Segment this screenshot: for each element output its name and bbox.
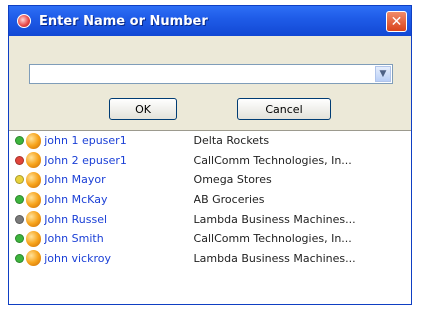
contact-avatar-icon (25, 132, 42, 149)
contact-company: CallComm Technologies, In... (193, 153, 352, 167)
contact-avatar-icon (25, 191, 42, 208)
status-icon (15, 214, 24, 224)
enter-name-dialog: Enter Name or Number ✕ ▼ OK Cancel john … (8, 5, 412, 305)
ok-button[interactable]: OK (109, 98, 177, 120)
list-item[interactable]: john 1 epuser1 Delta Rockets (9, 131, 411, 151)
dialog-title: Enter Name or Number (39, 13, 208, 29)
status-icon (15, 253, 24, 263)
list-item[interactable]: john vickroy Lambda Business Machines... (9, 249, 411, 269)
list-item[interactable]: John McKay AB Groceries (9, 190, 411, 210)
contact-company: Delta Rockets (193, 134, 270, 148)
contact-name: John Russel (44, 212, 108, 226)
contact-avatar-icon (25, 152, 42, 169)
contact-company: Lambda Business Machines... (193, 251, 356, 265)
contact-company: CallComm Technologies, In... (193, 232, 352, 246)
status-icon (15, 155, 24, 165)
contact-avatar-icon (25, 171, 42, 188)
contact-company: Lambda Business Machines... (193, 212, 356, 226)
list-item[interactable]: John Russel Lambda Business Machines... (9, 209, 411, 229)
cancel-button[interactable]: Cancel (237, 98, 331, 120)
status-icon (15, 175, 24, 185)
contact-name: John Mayor (44, 173, 106, 187)
contact-name: John 2 epuser1 (44, 153, 127, 167)
contact-name: John Smith (44, 232, 104, 246)
contact-name: john 1 epuser1 (44, 134, 127, 148)
app-icon (17, 14, 31, 28)
contact-list: john 1 epuser1 Delta Rockets John 2 epus… (9, 130, 411, 304)
status-icon (15, 195, 24, 205)
contact-company: Omega Stores (193, 173, 272, 187)
contact-avatar-icon (25, 230, 42, 247)
contact-company: AB Groceries (193, 193, 265, 207)
name-number-input[interactable] (33, 67, 367, 86)
contact-avatar-icon (25, 250, 42, 267)
close-button[interactable]: ✕ (386, 11, 407, 32)
title-bar[interactable]: Enter Name or Number ✕ (9, 6, 411, 36)
contact-name: john vickroy (44, 251, 111, 265)
status-icon (15, 234, 24, 244)
contact-name: John McKay (44, 193, 108, 207)
dialog-body: ▼ OK Cancel (9, 36, 411, 130)
status-icon (15, 136, 24, 146)
name-number-combobox[interactable]: ▼ (29, 64, 393, 86)
chevron-down-icon[interactable]: ▼ (375, 66, 391, 82)
list-item[interactable]: John 2 epuser1 CallComm Technologies, In… (9, 151, 411, 171)
contact-avatar-icon (25, 211, 42, 228)
list-item[interactable]: John Mayor Omega Stores (9, 170, 411, 190)
list-item[interactable]: John Smith CallComm Technologies, In... (9, 229, 411, 249)
